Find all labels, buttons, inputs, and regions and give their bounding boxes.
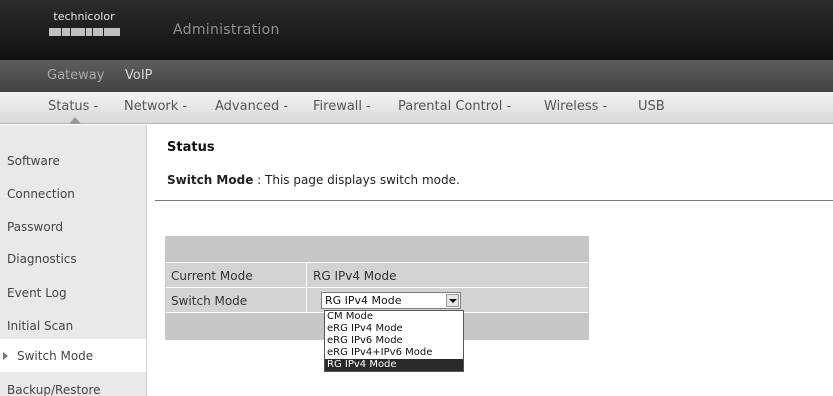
nav-network[interactable]: Network - <box>124 99 187 114</box>
sidebar-item-password[interactable]: Password <box>0 210 146 243</box>
sidebar-item-connection[interactable]: Connection <box>0 177 146 210</box>
option-cm-mode[interactable]: CM Mode <box>325 311 463 323</box>
sidebar-item-software[interactable]: Software <box>0 144 146 177</box>
description-text: This page displays switch mode. <box>265 173 460 187</box>
sidebar-item-backup-restore[interactable]: Backup/Restore <box>0 373 146 396</box>
admin-title: Administration <box>173 22 280 38</box>
current-mode-label: Current Mode <box>166 263 307 287</box>
option-rg-ipv4-mode[interactable]: RG IPv4 Mode <box>325 359 463 371</box>
subnav-gateway[interactable]: Gateway <box>47 68 104 83</box>
nav-advanced[interactable]: Advanced - <box>215 99 288 114</box>
switch-mode-select[interactable]: RG IPv4 Mode <box>321 292 461 309</box>
sidebar-item-label: Backup/Restore <box>7 383 101 396</box>
logo-graphic <box>44 28 124 36</box>
nav-firewall[interactable]: Firewall - <box>313 99 371 114</box>
description-separator: : <box>257 173 262 187</box>
sidebar-item-switch-mode[interactable]: Switch Mode <box>0 339 146 372</box>
sidebar-item-initial-scan[interactable]: Initial Scan <box>0 309 146 342</box>
sidebar: Software Connection Password Diagnostics… <box>0 125 147 396</box>
switch-mode-dropdown-list: CM Mode eRG IPv4 Mode eRG IPv6 Mode eRG … <box>324 310 464 372</box>
switch-mode-cell: RG IPv4 Mode <box>307 288 588 312</box>
option-erg-ipv4-ipv6-mode[interactable]: eRG IPv4+IPv6 Mode <box>325 347 463 359</box>
nav-status[interactable]: Status - <box>48 99 98 114</box>
divider <box>155 200 833 201</box>
sidebar-item-label: Switch Mode <box>17 349 94 363</box>
switch-mode-selected-value: RG IPv4 Mode <box>325 294 402 307</box>
sidebar-item-label: Diagnostics <box>7 252 77 266</box>
current-mode-row: Current Mode RG IPv4 Mode <box>166 263 588 288</box>
header-bar: technicolor Administration <box>0 0 833 60</box>
sub-navigation: Gateway VoIP <box>0 60 833 92</box>
page-description: Switch Mode : This page displays switch … <box>167 173 460 187</box>
main-navigation: Status - Network - Advanced - Firewall -… <box>0 92 833 124</box>
chevron-down-icon[interactable] <box>446 294 459 307</box>
sidebar-item-event-log[interactable]: Event Log <box>0 276 146 309</box>
subnav-voip[interactable]: VoIP <box>125 68 153 83</box>
nav-wireless[interactable]: Wireless - <box>544 99 607 114</box>
logo-text: technicolor <box>53 10 115 23</box>
nav-parental-control[interactable]: Parental Control - <box>398 99 511 114</box>
sidebar-item-label: Initial Scan <box>7 319 74 333</box>
main-content: Status Switch Mode : This page displays … <box>147 125 833 396</box>
sidebar-item-label: Connection <box>7 187 75 201</box>
caret-right-icon <box>3 352 8 360</box>
current-mode-value: RG IPv4 Mode <box>313 269 397 283</box>
sidebar-item-label: Software <box>7 154 60 168</box>
option-erg-ipv6-mode[interactable]: eRG IPv6 Mode <box>325 335 463 347</box>
switch-mode-label: Switch Mode <box>166 288 307 312</box>
sidebar-item-label: Password <box>7 220 64 234</box>
sidebar-item-label: Event Log <box>7 286 67 300</box>
form-header-row <box>166 237 588 263</box>
nav-usb[interactable]: USB <box>638 99 665 114</box>
option-erg-ipv4-mode[interactable]: eRG IPv4 Mode <box>325 323 463 335</box>
sidebar-item-diagnostics[interactable]: Diagnostics <box>0 242 146 275</box>
active-tab-indicator-icon <box>69 117 81 124</box>
page-title: Status <box>167 140 215 155</box>
technicolor-logo: technicolor <box>44 10 124 46</box>
description-label: Switch Mode <box>167 173 254 187</box>
